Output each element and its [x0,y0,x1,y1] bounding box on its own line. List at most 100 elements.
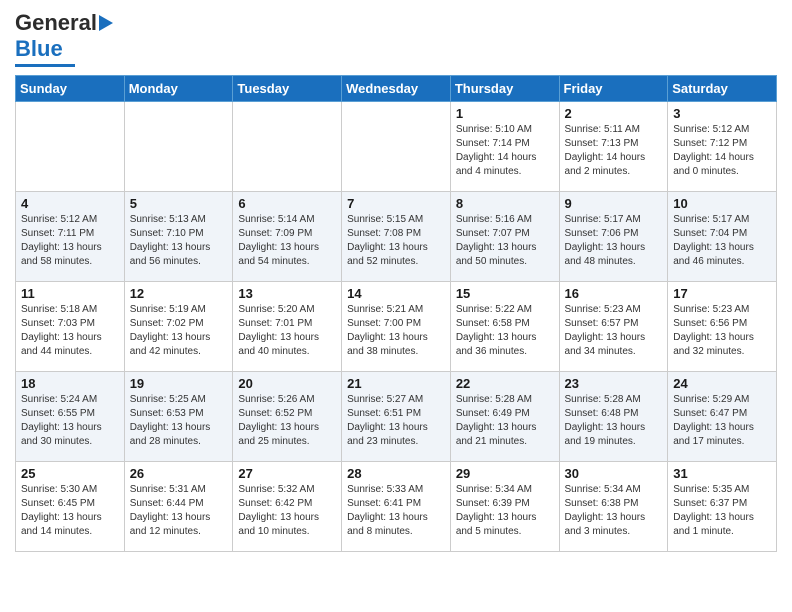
calendar-cell: 27 Sunrise: 5:32 AM Sunset: 6:42 PM Dayli… [233,462,342,552]
calendar-cell: 31 Sunrise: 5:35 AM Sunset: 6:37 PM Dayli… [668,462,777,552]
calendar-week-5: 25 Sunrise: 5:30 AM Sunset: 6:45 PM Dayli… [16,462,777,552]
day-number: 19 [130,376,228,391]
day-number: 27 [238,466,336,481]
calendar-cell: 12 Sunrise: 5:19 AM Sunset: 7:02 PM Dayli… [124,282,233,372]
day-info: Sunrise: 5:35 AM Sunset: 6:37 PM Dayligh… [673,483,771,539]
calendar-week-1: 1 Sunrise: 5:10 AM Sunset: 7:14 PM Daylig… [16,102,777,192]
calendar-cell: 17Sunrise: 5:23 AM Sunset: 6:56 PM Dayli… [668,282,777,372]
day-number: 1 [456,106,554,121]
day-number: 21 [347,376,445,391]
header-row: SundayMondayTuesdayWednesdayThursdayFrid… [16,76,777,102]
calendar-cell: 16 Sunrise: 5:23 AM Sunset: 6:57 PM Dayli… [559,282,668,372]
day-number: 28 [347,466,445,481]
day-info: Sunrise: 5:26 AM Sunset: 6:52 PM Dayligh… [238,393,336,449]
day-info: Sunrise: 5:31 AM Sunset: 6:44 PM Dayligh… [130,483,228,539]
calendar-cell: 26 Sunrise: 5:31 AM Sunset: 6:44 PM Dayli… [124,462,233,552]
day-info: Sunrise: 5:10 AM Sunset: 7:14 PM Dayligh… [456,123,554,179]
day-info: Sunrise: 5:17 AM Sunset: 7:04 PM Dayligh… [673,213,771,269]
day-header-wednesday: Wednesday [342,76,451,102]
day-number: 13 [238,286,336,301]
day-info: Sunrise: 5:11 AM Sunset: 7:13 PM Dayligh… [565,123,663,179]
day-info: Sunrise: 5:15 AM Sunset: 7:08 PM Dayligh… [347,213,445,269]
day-header-monday: Monday [124,76,233,102]
day-info: Sunrise: 5:22 AM Sunset: 6:58 PM Dayligh… [456,303,554,359]
day-number: 8 [456,196,554,211]
day-number: 31 [673,466,771,481]
calendar-cell: 4 Sunrise: 5:12 AM Sunset: 7:11 PM Daylig… [16,192,125,282]
day-number: 14 [347,286,445,301]
calendar-cell: 15 Sunrise: 5:22 AM Sunset: 6:58 PM Dayli… [450,282,559,372]
page: General Blue SundayMondayTuesdayWednesda… [0,0,792,562]
day-number: 10 [673,196,771,211]
day-info: Sunrise: 5:27 AM Sunset: 6:51 PM Dayligh… [347,393,445,449]
day-header-sunday: Sunday [16,76,125,102]
day-number: 12 [130,286,228,301]
calendar-cell [233,102,342,192]
calendar-cell: 29 Sunrise: 5:34 AM Sunset: 6:39 PM Dayli… [450,462,559,552]
day-number: 29 [456,466,554,481]
day-number: 3 [673,106,771,121]
day-info: Sunrise: 5:12 AM Sunset: 7:12 PM Dayligh… [673,123,771,179]
day-info: Sunrise: 5:34 AM Sunset: 6:38 PM Dayligh… [565,483,663,539]
day-number: 25 [21,466,119,481]
calendar-cell: 8 Sunrise: 5:16 AM Sunset: 7:07 PM Daylig… [450,192,559,282]
day-number: 9 [565,196,663,211]
calendar-cell: 24 Sunrise: 5:29 AM Sunset: 6:47 PM Dayli… [668,372,777,462]
calendar-cell: 5 Sunrise: 5:13 AM Sunset: 7:10 PM Daylig… [124,192,233,282]
calendar-cell: 30 Sunrise: 5:34 AM Sunset: 6:38 PM Dayli… [559,462,668,552]
calendar-cell: 14 Sunrise: 5:21 AM Sunset: 7:00 PM Dayli… [342,282,451,372]
calendar-cell: 25 Sunrise: 5:30 AM Sunset: 6:45 PM Dayli… [16,462,125,552]
day-number: 23 [565,376,663,391]
calendar-cell: 11Sunrise: 5:18 AM Sunset: 7:03 PM Dayli… [16,282,125,372]
logo-arrow-icon [99,15,113,31]
calendar-cell: 7Sunrise: 5:15 AM Sunset: 7:08 PM Daylig… [342,192,451,282]
day-info: Sunrise: 5:32 AM Sunset: 6:42 PM Dayligh… [238,483,336,539]
day-number: 5 [130,196,228,211]
calendar-week-4: 18Sunrise: 5:24 AM Sunset: 6:55 PM Dayli… [16,372,777,462]
logo-blue: Blue [15,36,63,62]
day-number: 15 [456,286,554,301]
day-info: Sunrise: 5:25 AM Sunset: 6:53 PM Dayligh… [130,393,228,449]
calendar-cell [342,102,451,192]
day-info: Sunrise: 5:33 AM Sunset: 6:41 PM Dayligh… [347,483,445,539]
day-info: Sunrise: 5:16 AM Sunset: 7:07 PM Dayligh… [456,213,554,269]
day-info: Sunrise: 5:28 AM Sunset: 6:48 PM Dayligh… [565,393,663,449]
calendar-body: 1 Sunrise: 5:10 AM Sunset: 7:14 PM Daylig… [16,102,777,552]
calendar-table: SundayMondayTuesdayWednesdayThursdayFrid… [15,75,777,552]
day-number: 16 [565,286,663,301]
day-header-friday: Friday [559,76,668,102]
calendar-cell: 6 Sunrise: 5:14 AM Sunset: 7:09 PM Daylig… [233,192,342,282]
day-info: Sunrise: 5:14 AM Sunset: 7:09 PM Dayligh… [238,213,336,269]
calendar-header: SundayMondayTuesdayWednesdayThursdayFrid… [16,76,777,102]
day-number: 6 [238,196,336,211]
day-info: Sunrise: 5:34 AM Sunset: 6:39 PM Dayligh… [456,483,554,539]
day-info: Sunrise: 5:12 AM Sunset: 7:11 PM Dayligh… [21,213,119,269]
day-number: 26 [130,466,228,481]
calendar-cell: 18Sunrise: 5:24 AM Sunset: 6:55 PM Dayli… [16,372,125,462]
day-number: 4 [21,196,119,211]
day-header-tuesday: Tuesday [233,76,342,102]
day-number: 18 [21,376,119,391]
day-info: Sunrise: 5:19 AM Sunset: 7:02 PM Dayligh… [130,303,228,359]
day-number: 11 [21,286,119,301]
day-header-saturday: Saturday [668,76,777,102]
day-info: Sunrise: 5:21 AM Sunset: 7:00 PM Dayligh… [347,303,445,359]
calendar-cell: 10 Sunrise: 5:17 AM Sunset: 7:04 PM Dayli… [668,192,777,282]
day-info: Sunrise: 5:29 AM Sunset: 6:47 PM Dayligh… [673,393,771,449]
calendar-cell: 3 Sunrise: 5:12 AM Sunset: 7:12 PM Daylig… [668,102,777,192]
logo-general: General [15,10,97,36]
day-number: 24 [673,376,771,391]
day-info: Sunrise: 5:20 AM Sunset: 7:01 PM Dayligh… [238,303,336,359]
calendar-cell [124,102,233,192]
day-number: 30 [565,466,663,481]
day-number: 22 [456,376,554,391]
day-info: Sunrise: 5:30 AM Sunset: 6:45 PM Dayligh… [21,483,119,539]
calendar-cell: 2Sunrise: 5:11 AM Sunset: 7:13 PM Daylig… [559,102,668,192]
day-header-thursday: Thursday [450,76,559,102]
calendar-cell: 28 Sunrise: 5:33 AM Sunset: 6:41 PM Dayli… [342,462,451,552]
calendar-cell: 23 Sunrise: 5:28 AM Sunset: 6:48 PM Dayli… [559,372,668,462]
day-info: Sunrise: 5:13 AM Sunset: 7:10 PM Dayligh… [130,213,228,269]
calendar-cell: 13 Sunrise: 5:20 AM Sunset: 7:01 PM Dayli… [233,282,342,372]
day-info: Sunrise: 5:23 AM Sunset: 6:56 PM Dayligh… [673,303,771,359]
day-info: Sunrise: 5:23 AM Sunset: 6:57 PM Dayligh… [565,303,663,359]
